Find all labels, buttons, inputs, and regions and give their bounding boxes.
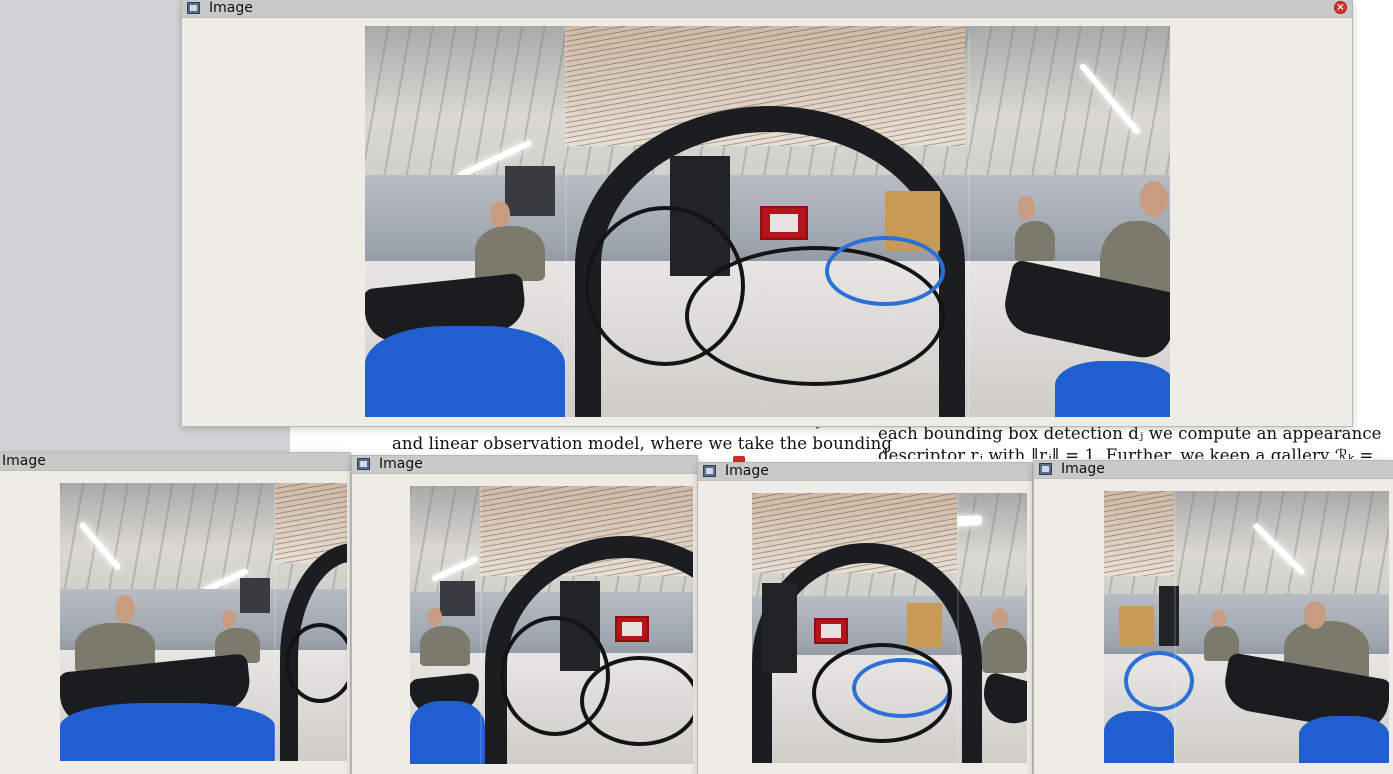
close-icon[interactable]: × bbox=[1334, 1, 1347, 14]
window-titlebar[interactable]: Image bbox=[0, 453, 350, 471]
window-title: Image bbox=[209, 0, 253, 16]
window-titlebar[interactable]: Image bbox=[352, 456, 697, 474]
panorama-image bbox=[60, 483, 347, 761]
image-window-4[interactable]: Image bbox=[698, 463, 1032, 774]
image-window-icon bbox=[1039, 463, 1052, 475]
window-title: Image bbox=[379, 456, 423, 472]
panorama-image bbox=[365, 26, 1170, 417]
window-title: Image bbox=[1061, 461, 1105, 477]
window-titlebar[interactable]: Image bbox=[1034, 461, 1393, 479]
image-window-main[interactable]: Image × bbox=[182, 0, 1352, 426]
doc-line-3: each bounding box detection dⱼ we comput… bbox=[878, 424, 1382, 443]
window-titlebar[interactable]: Image bbox=[698, 463, 1032, 481]
window-title: Image bbox=[2, 453, 46, 469]
doc-line-2: and linear observation model, where we t… bbox=[392, 434, 893, 453]
image-window-icon bbox=[187, 2, 200, 14]
window-titlebar[interactable]: Image × bbox=[182, 0, 1352, 18]
panorama-image bbox=[752, 493, 1027, 763]
window-title: Image bbox=[725, 463, 769, 479]
image-window-icon bbox=[357, 458, 370, 470]
image-window-3[interactable]: Image bbox=[352, 456, 697, 774]
image-window-5[interactable]: Image bbox=[1034, 461, 1393, 774]
image-window-2[interactable]: Image bbox=[0, 453, 350, 774]
panorama-image bbox=[410, 486, 693, 764]
image-window-icon bbox=[703, 465, 716, 477]
panorama-image bbox=[1104, 491, 1389, 763]
